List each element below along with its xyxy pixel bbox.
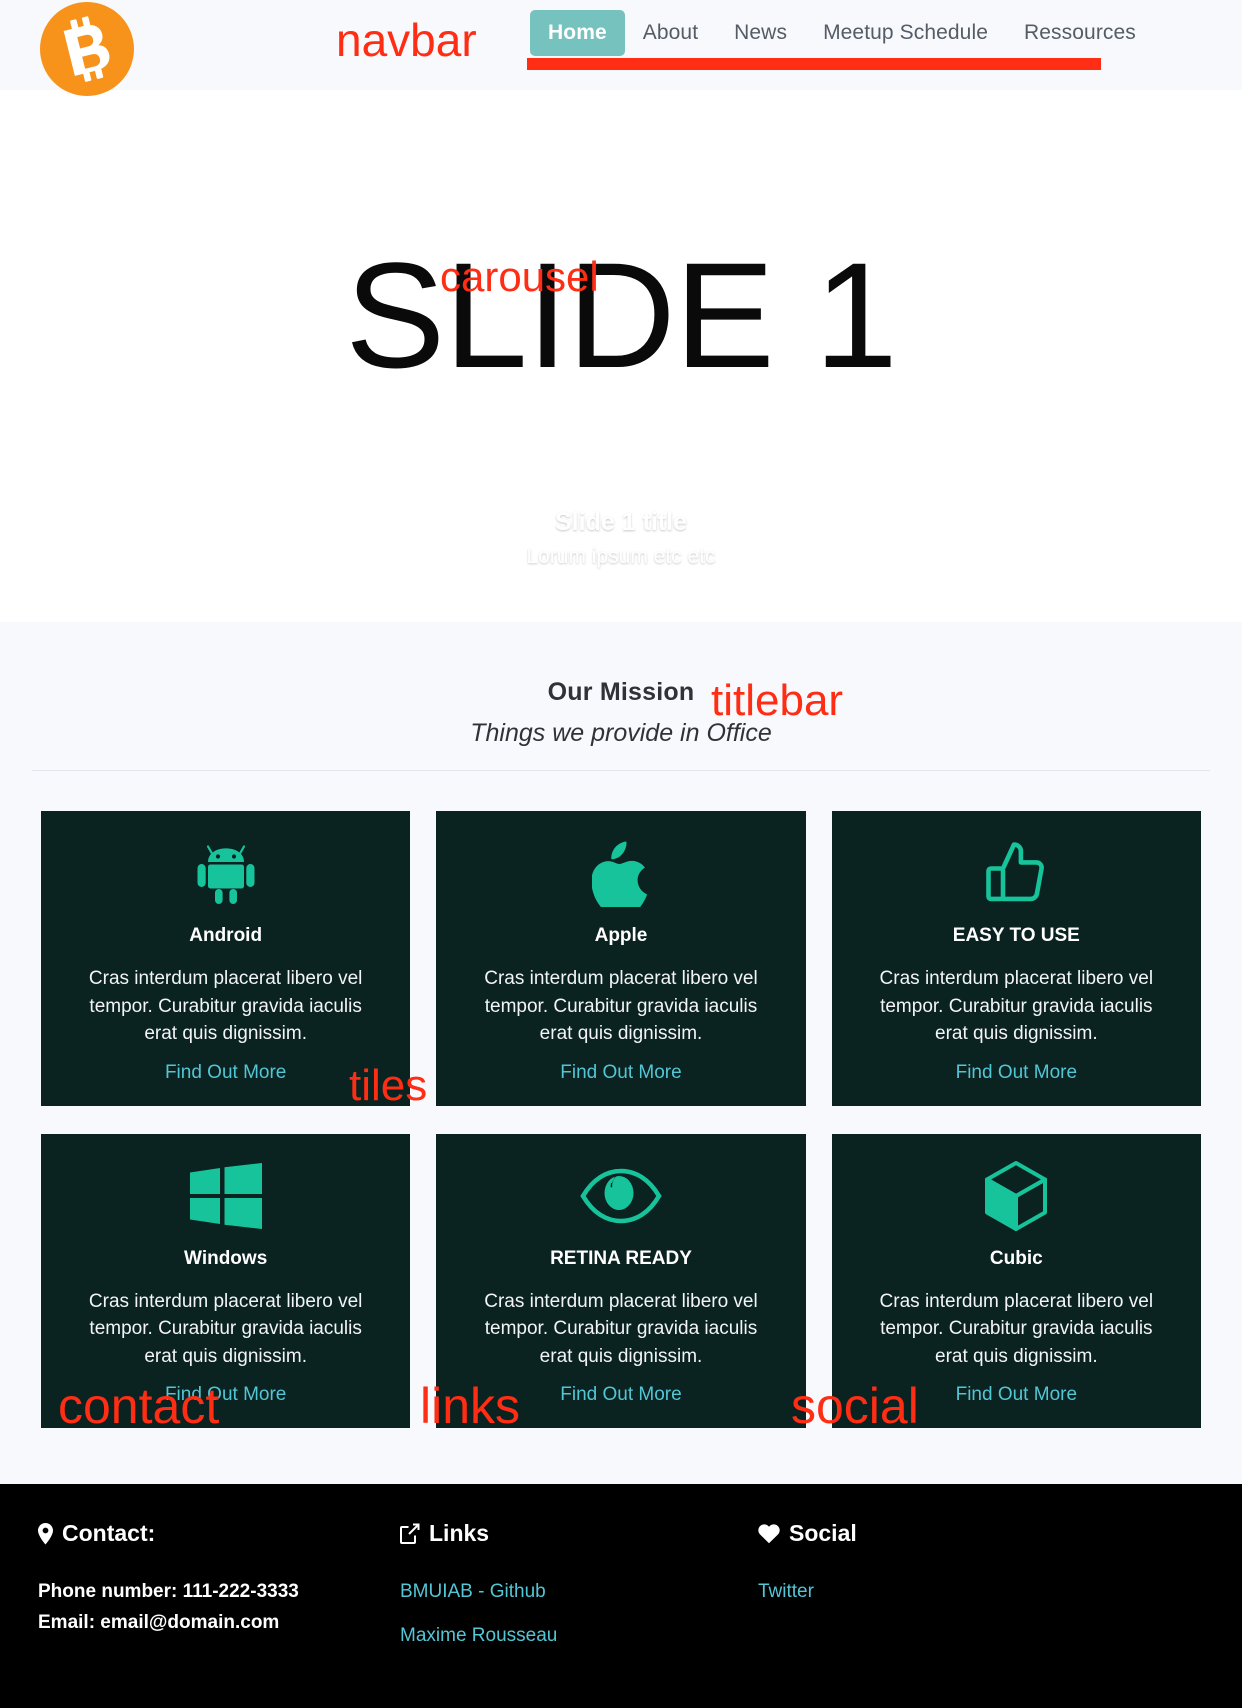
footer-phone: Phone number: 111-222-3333 [38,1581,299,1603]
heart-icon [758,1524,780,1544]
android-icon [195,835,257,911]
tile-text: Cras interdum placerat libero vel tempor… [879,1290,1154,1367]
map-pin-icon [38,1522,53,1545]
cube-icon [984,1158,1048,1234]
tile-easy-to-use[interactable]: EASY TO USE Cras interdum placerat liber… [831,811,1201,1106]
find-out-more-link[interactable]: Find Out More [560,1384,681,1406]
tile-title: EASY TO USE [952,925,1080,946]
annotation-tiles: tiles [349,1061,428,1110]
footer-social-heading-label: Social [789,1520,857,1547]
tile-text: Cras interdum placerat libero vel tempor… [88,968,363,1045]
carousel-caption-title: Slide 1 title [555,508,687,536]
tile-apple[interactable]: Apple Cras interdum placerat libero vel … [436,811,806,1106]
thumbs-up-icon [985,835,1047,911]
tile-text: Cras interdum placerat libero vel tempor… [484,1290,758,1367]
titlebar: Our Mission Things we provide in Office [0,622,1242,771]
footer-columns: Contact: Phone number: 111-222-3333 Emai… [38,1520,1204,1669]
footer-links-heading: Links [400,1520,758,1547]
navbar: Home About News Meetup Schedule Ressourc… [0,0,1242,96]
carousel-caption-subtitle: Lorum ipsum etc etc [526,545,716,568]
nav-item-meetup-schedule[interactable]: Meetup Schedule [805,10,1006,56]
tile-title: Cubic [989,1247,1043,1269]
find-out-more-link[interactable]: Find Out More [956,1384,1077,1406]
annotation-titlebar: titlebar [711,676,844,725]
external-link-icon [400,1523,420,1545]
tile-title: Android [189,925,263,946]
nav-item-home[interactable]: Home [530,10,625,56]
footer-email: Email: email@domain.com [38,1612,280,1634]
page-title: Our Mission [547,678,695,706]
footer-social-column: Social Twitter [758,1520,1204,1669]
annotation-social: social [791,1378,919,1434]
tile-text: Cras interdum placerat libero vel tempor… [88,1290,363,1367]
carousel-slide-title: SLIDE 1 [345,231,898,399]
footer-contact-heading-label: Contact: [62,1520,156,1547]
page-subtitle: Things we provide in Office [470,719,772,747]
footer-link-twitter[interactable]: Twitter [758,1581,1204,1603]
tile-text: Cras interdum placerat libero vel tempor… [879,968,1154,1045]
annotation-navbar: navbar [336,14,477,66]
footer-links-column: Links BMUIAB - Github Maxime Rousseau [400,1520,758,1669]
footer: Contact: Phone number: 111-222-3333 Emai… [0,1484,1242,1708]
apple-icon [591,835,650,911]
tiles-row: Android Cras interdum placerat libero ve… [41,811,1201,1106]
eye-icon [579,1158,663,1234]
tile-title: Windows [184,1247,268,1269]
windows-icon [189,1158,262,1234]
annotation-links: links [420,1378,521,1434]
tile-title: RETINA READY [550,1247,692,1269]
annotation-contact: contact [58,1378,220,1434]
footer-contact-heading: Contact: [38,1520,400,1547]
footer-link-maxime-rousseau[interactable]: Maxime Rousseau [400,1625,758,1647]
carousel[interactable]: SLIDE 1 Slide 1 title Lorum ipsum etc et… [0,90,1242,622]
find-out-more-link[interactable]: Find Out More [165,1062,286,1084]
nav-item-ressources[interactable]: Ressources [1006,10,1154,56]
footer-link-github[interactable]: BMUIAB - Github [400,1581,758,1603]
find-out-more-link[interactable]: Find Out More [956,1062,1077,1084]
bitcoin-logo-icon[interactable] [40,2,134,96]
footer-links-heading-label: Links [429,1520,490,1547]
nav-item-about[interactable]: About [625,10,716,56]
tiles-section: Android Cras interdum placerat libero ve… [0,771,1242,1429]
find-out-more-link[interactable]: Find Out More [560,1062,681,1084]
carousel-caption: Slide 1 title Lorum ipsum etc etc [0,508,1242,569]
page-root: navbar carousel titlebar tiles contact l… [0,0,1242,1708]
annotation-carousel: carousel [440,253,599,300]
nav-links: Home About News Meetup Schedule Ressourc… [530,10,1154,56]
tile-text: Cras interdum placerat libero vel tempor… [484,968,758,1045]
nav-item-news[interactable]: News [716,10,805,56]
footer-contact-column: Contact: Phone number: 111-222-3333 Emai… [38,1520,400,1669]
annotation-navbar-underline [527,58,1101,70]
footer-social-heading: Social [758,1520,1204,1547]
tile-title: Apple [594,925,648,946]
